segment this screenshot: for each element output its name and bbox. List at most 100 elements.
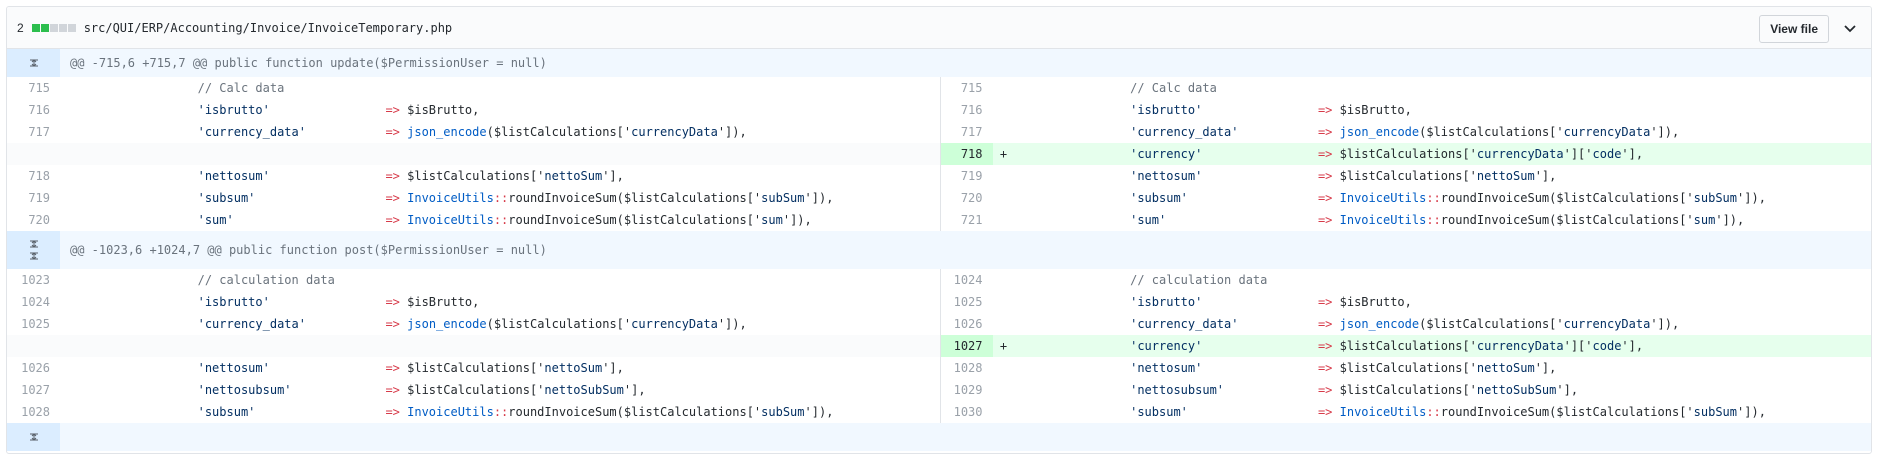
chevron-down-icon[interactable] (1837, 16, 1863, 42)
code-line: 'isbrutto' => $isBrutto, (82, 291, 940, 313)
array-key: 'subsum' (197, 191, 256, 205)
array-key: 'sum' (1130, 213, 1167, 227)
string-literal: code (1592, 339, 1622, 353)
line-marker (60, 209, 82, 231)
expand-button[interactable] (7, 231, 60, 269)
diff-row: 718 'nettosum' => $listCalculations['net… (7, 165, 1871, 187)
line-number[interactable]: 1023 (7, 269, 60, 291)
code-text: $isBrutto, (1339, 295, 1412, 309)
line-number[interactable]: 1027 (940, 335, 993, 357)
line-number[interactable]: 719 (941, 165, 993, 187)
code-text: $listCalculations[' (1339, 147, 1477, 161)
code-text: ']), (804, 191, 834, 205)
array-key: 'nettosubsum' (1130, 383, 1225, 397)
unfold-icon[interactable] (28, 252, 40, 260)
array-key: 'currency' (1130, 339, 1203, 353)
diff-row: 1023 // calculation data 1024 // calculat… (7, 269, 1871, 291)
unfold-icon[interactable] (28, 433, 40, 441)
diff-row: 716 'isbrutto' => $isBrutto, 716 'isbrutt… (7, 99, 1871, 121)
file-path[interactable]: src/QUI/ERP/Accounting/Invoice/InvoiceTe… (84, 21, 452, 35)
line-number[interactable]: 716 (7, 99, 60, 121)
line-number[interactable] (7, 143, 60, 165)
line-number[interactable]: 1028 (941, 357, 993, 379)
line-number[interactable]: 1024 (7, 291, 60, 313)
string-literal: nettoSum (544, 169, 603, 183)
class-name: InvoiceUtils (1339, 191, 1427, 205)
line-number[interactable]: 1030 (941, 401, 993, 423)
line-number[interactable]: 715 (941, 77, 993, 99)
code-text: '][' (1563, 147, 1593, 161)
line-number[interactable]: 720 (7, 209, 60, 231)
unfold-icon[interactable] (28, 59, 40, 67)
left-side: 1026 'nettosum' => $listCalculations['ne… (7, 357, 940, 379)
line-number[interactable]: 716 (941, 99, 993, 121)
code-text: '], (602, 361, 624, 375)
line-marker (993, 357, 1015, 379)
right-side: 1026 'currency_data' => json_encode($lis… (941, 313, 1872, 335)
line-number[interactable] (7, 335, 60, 357)
line-number[interactable]: 715 (7, 77, 60, 99)
expand-button[interactable] (7, 423, 60, 451)
line-marker (993, 379, 1015, 401)
code-text: roundInvoiceSum($listCalculations[' (508, 405, 762, 419)
line-number[interactable]: 1027 (7, 379, 60, 401)
line-marker (60, 335, 82, 357)
expand-button[interactable] (7, 49, 60, 77)
code-text: '], (602, 169, 624, 183)
array-key: 'currency' (1130, 147, 1203, 161)
right-side: 1029 'nettosubsum' => $listCalculations[… (941, 379, 1872, 401)
line-number[interactable]: 1028 (7, 401, 60, 423)
code-line: 'currency_data' => json_encode($listCalc… (82, 121, 940, 143)
code-comment: // Calc data (1130, 81, 1217, 95)
array-key: 'currency_data' (197, 125, 306, 139)
line-number[interactable]: 1025 (7, 313, 60, 335)
line-number[interactable]: 718 (7, 165, 60, 187)
code-text: roundInvoiceSum($listCalculations[' (1440, 405, 1694, 419)
line-marker (60, 121, 82, 143)
arrow-operator: => (385, 383, 400, 397)
line-number[interactable]: 1024 (941, 269, 993, 291)
diff-row: 717 'currency_data' => json_encode($list… (7, 121, 1871, 143)
arrow-operator: => (1317, 125, 1333, 139)
line-marker (60, 77, 82, 99)
diff-row: 1024 'isbrutto' => $isBrutto, 1025 'isbru… (7, 291, 1871, 313)
line-number[interactable]: 721 (941, 209, 993, 231)
code-text: ']), (1737, 405, 1766, 419)
arrow-operator: => (1317, 295, 1333, 309)
diff-row: 1027 + 'currency' => $listCalculations['c… (7, 335, 1871, 357)
arrow-operator: => (1317, 339, 1333, 353)
left-side: 1028 'subsum' => InvoiceUtils::roundInvo… (7, 401, 940, 423)
left-side: 717 'currency_data' => json_encode($list… (7, 121, 940, 143)
string-literal: nettoSum (1476, 169, 1535, 183)
hunk-header: @@ -1023,6 +1024,7 @@ public function po… (7, 231, 1871, 269)
line-marker (993, 121, 1015, 143)
right-side: 715 // Calc data (941, 77, 1872, 99)
unfold-icon[interactable] (28, 240, 40, 248)
string-literal: subSum (761, 405, 805, 419)
code-line: 'subsum' => InvoiceUtils::roundInvoiceSu… (1015, 401, 1872, 423)
line-number[interactable]: 1026 (941, 313, 993, 335)
code-text: $isBrutto, (407, 103, 480, 117)
right-side: 720 'subsum' => InvoiceUtils::roundInvoi… (941, 187, 1872, 209)
view-file-button[interactable]: View file (1759, 15, 1829, 43)
array-key: 'currency_data' (1130, 317, 1239, 331)
arrow-operator: => (1317, 213, 1333, 227)
line-number[interactable]: 718 (940, 143, 993, 165)
right-side: 1030 'subsum' => InvoiceUtils::roundInvo… (941, 401, 1872, 423)
class-name: InvoiceUtils (1339, 405, 1427, 419)
code-text: ($listCalculations[' (486, 317, 632, 331)
line-number[interactable]: 717 (7, 121, 60, 143)
line-number[interactable]: 719 (7, 187, 60, 209)
line-number[interactable]: 1025 (941, 291, 993, 313)
diffstat-block (58, 23, 67, 32)
class-name: InvoiceUtils (407, 213, 494, 227)
line-number[interactable]: 1029 (941, 379, 993, 401)
line-marker: + (999, 339, 1008, 353)
line-number[interactable]: 717 (941, 121, 993, 143)
string-literal: sum (761, 213, 783, 227)
line-marker (60, 313, 82, 335)
line-number[interactable]: 1026 (7, 357, 60, 379)
left-side: 1027 'nettosubsum' => $listCalculations[… (7, 379, 940, 401)
line-number[interactable]: 720 (941, 187, 993, 209)
